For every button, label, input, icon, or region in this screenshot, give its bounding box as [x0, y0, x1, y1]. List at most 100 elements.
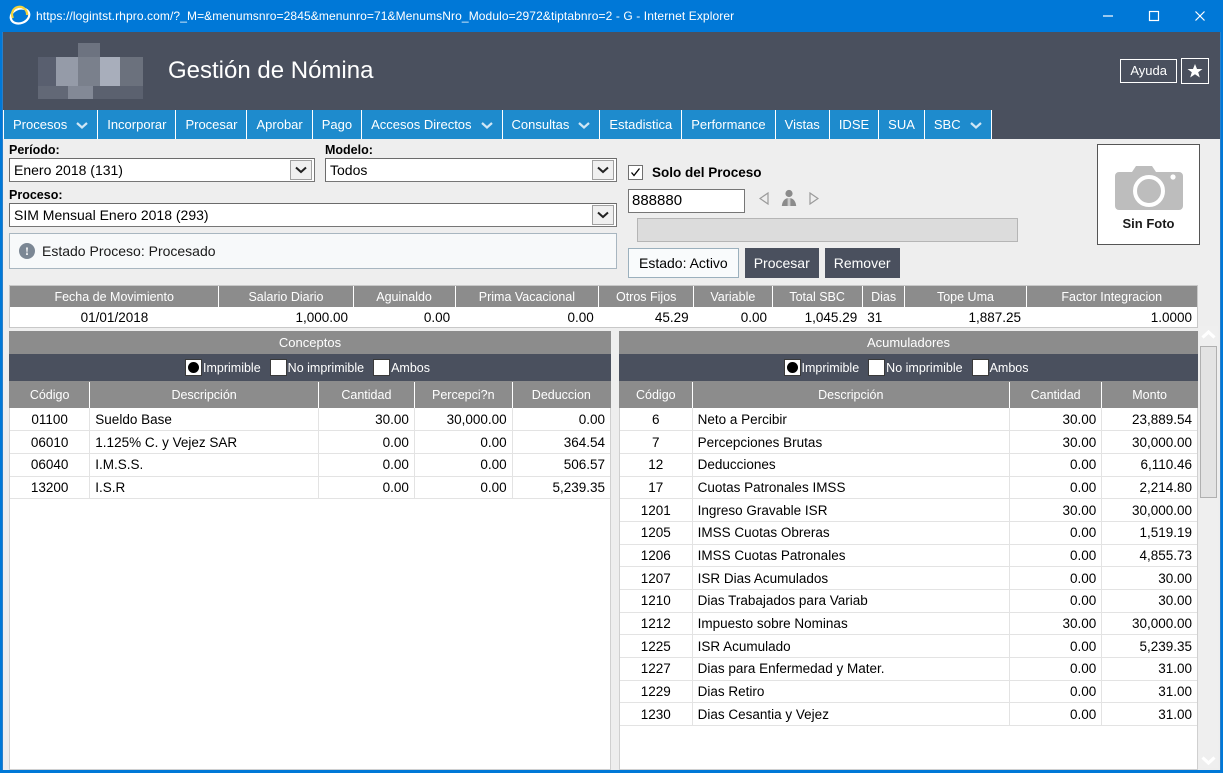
maximize-icon[interactable]	[1131, 0, 1177, 32]
acumuladores-descripcion: Percepciones Brutas	[692, 430, 1010, 454]
acumuladores-cantidad: 0.00	[1009, 589, 1103, 613]
acumuladores-codigo: 7	[620, 430, 693, 454]
prev-triangle-icon[interactable]	[758, 191, 770, 210]
table-row[interactable]: 12 Deducciones 0.00 6,110.46	[620, 453, 1197, 477]
acumuladores-monto: 2,214.80	[1101, 476, 1197, 500]
nav-item-sua[interactable]: SUA	[879, 110, 925, 139]
nav-item-consultas[interactable]: Consultas	[502, 110, 601, 139]
nav-item-idse[interactable]: IDSE	[829, 110, 880, 139]
summary-cell: 31	[862, 307, 905, 327]
acumuladores-monto: 30,000.00	[1101, 612, 1197, 636]
table-row[interactable]: 17 Cuotas Patronales IMSS 0.00 2,214.80	[620, 476, 1197, 500]
nav-item-procesos[interactable]: Procesos	[3, 110, 99, 139]
table-row[interactable]: 1229 Dias Retiro 0.00 31.00	[620, 680, 1197, 704]
table-row[interactable]: 01100 Sueldo Base 30.00 30,000.00 0.00	[10, 408, 610, 432]
employee-name-field[interactable]	[637, 218, 1018, 242]
conceptos-radio-ambos[interactable]: Ambos	[373, 359, 435, 376]
star-icon[interactable]	[1181, 58, 1209, 84]
scroll-up-icon[interactable]	[1199, 326, 1218, 343]
table-row[interactable]: 6 Neto a Percibir 30.00 23,889.54	[620, 408, 1197, 432]
summary-cell: 0.00	[353, 307, 456, 327]
table-row[interactable]: 1227 Dias para Enfermedad y Mater. 0.00 31.…	[620, 657, 1197, 681]
conceptos-radio-imprimible[interactable]: Imprimible	[185, 359, 266, 376]
camera-icon	[1114, 166, 1183, 210]
acumuladores-codigo: 1210	[620, 589, 693, 613]
acumuladores-monto: 30,000.00	[1101, 430, 1197, 454]
nav-item-pago[interactable]: Pago	[312, 110, 363, 139]
summary-header-cell: Factor Integracion	[1026, 286, 1197, 307]
nav-item-procesar[interactable]: Procesar	[176, 110, 248, 139]
nav-item-vistas[interactable]: Vistas	[775, 110, 830, 139]
next-triangle-icon[interactable]	[808, 191, 820, 210]
radio-label: Ambos	[989, 360, 1029, 375]
nav-label: Vistas	[784, 117, 820, 132]
nav-item-incorporar[interactable]: Incorporar	[98, 110, 177, 139]
table-row[interactable]: 06040 I.M.S.S. 0.00 0.00 506.57	[10, 453, 610, 477]
table-row[interactable]: 1206 IMSS Cuotas Patronales 0.00 4,855.73	[620, 544, 1197, 568]
acumuladores-codigo: 6	[620, 408, 693, 432]
table-row[interactable]: 06010 1.125% C. y Vejez SAR 0.00 0.00 36…	[10, 430, 610, 454]
chevron-down-icon[interactable]	[290, 160, 312, 180]
conceptos-header-cell: Código	[10, 382, 91, 408]
page-title: Gestión de Nómina	[168, 57, 374, 84]
acumuladores-radio-imprimible[interactable]: Imprimible	[783, 359, 865, 376]
acumuladores-monto: 30,000.00	[1101, 498, 1197, 522]
periodo-select[interactable]: Enero 2018 (131)	[9, 158, 315, 182]
help-button[interactable]: Ayuda	[1120, 58, 1177, 84]
scroll-track[interactable]	[1199, 343, 1218, 751]
acumuladores-descripcion: Ingreso Gravable ISR	[692, 498, 1010, 522]
chevron-down-icon[interactable]	[592, 205, 614, 225]
nav-item-estadistica[interactable]: Estadistica	[600, 110, 683, 139]
conceptos-codigo: 06040	[10, 453, 91, 477]
remover-button[interactable]: Remover	[824, 248, 900, 278]
proceso-select[interactable]: SIM Mensual Enero 2018 (293)	[9, 203, 617, 227]
close-icon[interactable]	[1177, 0, 1223, 32]
summary-cell: 01/01/2018	[10, 307, 219, 327]
nav-item-sbc[interactable]: SBC	[924, 110, 992, 139]
employee-number-input[interactable]: 888880	[628, 188, 745, 213]
estado-badge: Estado: Activo	[628, 248, 739, 278]
scroll-thumb[interactable]	[1200, 346, 1217, 498]
table-row[interactable]: 01/01/2018 1,000.00 0.00 0.00 45.29 0.00…	[10, 307, 1197, 327]
chevron-down-icon[interactable]	[592, 160, 614, 180]
summary-cell: 0.00	[693, 307, 773, 327]
minimize-icon[interactable]	[1085, 0, 1131, 32]
conceptos-percepcion: 30,000.00	[414, 408, 513, 432]
nav-item-performance[interactable]: Performance	[682, 110, 776, 139]
radio-label: Imprimible	[203, 360, 261, 375]
table-row[interactable]: 1210 Dias Trabajados para Variab 0.00 30.00	[620, 589, 1197, 613]
procesar-button[interactable]: Procesar	[744, 248, 819, 278]
table-row[interactable]: 1230 Dias Cesantia y Vejez 0.00 31.00	[620, 702, 1197, 727]
nav-item-aprobar[interactable]: Aprobar	[247, 110, 313, 139]
person-icon[interactable]	[779, 188, 799, 213]
nav-label: Estadistica	[609, 117, 673, 132]
acumuladores-radio-ambos[interactable]: Ambos	[971, 359, 1034, 376]
solo-del-proceso-checkbox[interactable]	[628, 165, 643, 180]
nav-item-accesos-directos[interactable]: Accesos Directos	[362, 110, 503, 139]
employee-panel: Solo del Proceso 888880 Estado: Activo P…	[628, 143, 1108, 278]
vertical-scrollbar[interactable]	[1199, 326, 1218, 768]
solo-del-proceso-label: Solo del Proceso	[652, 165, 762, 180]
salary-summary-table: Fecha de Movimiento Salario Diario Aguin…	[9, 285, 1198, 328]
modelo-select[interactable]: Todos	[325, 158, 617, 182]
scroll-down-icon[interactable]	[1199, 751, 1218, 768]
conceptos-percepcion: 0.00	[414, 430, 513, 454]
table-row[interactable]: 1225 ISR Acumulado 0.00 5,239.35	[620, 634, 1197, 659]
table-row[interactable]: 1207 ISR Dias Acumulados 0.00 30.00	[620, 566, 1197, 590]
table-row[interactable]: 1201 Ingreso Gravable ISR 30.00 30,000.00	[620, 498, 1197, 522]
table-row[interactable]: 1205 IMSS Cuotas Obreras 0.00 1,519.19	[620, 521, 1197, 545]
conceptos-percepcion: 0.00	[414, 476, 513, 500]
radio-icon	[269, 359, 287, 376]
acumuladores-header-cell: Descripción	[692, 382, 1010, 408]
radio-icon	[868, 359, 886, 376]
acumuladores-descripcion: Dias Cesantia y Vejez	[692, 702, 1010, 727]
acumuladores-descripcion: IMSS Cuotas Obreras	[692, 521, 1010, 545]
acumuladores-descripcion: Deducciones	[692, 453, 1010, 477]
radio-icon	[783, 359, 801, 376]
acumuladores-codigo: 1225	[620, 634, 693, 659]
table-row[interactable]: 1212 Impuesto sobre Nominas 30.00 30,000.00	[620, 612, 1197, 636]
table-row[interactable]: 7 Percepciones Brutas 30.00 30,000.00	[620, 430, 1197, 454]
acumuladores-radio-no-imprimible[interactable]: No imprimible	[868, 359, 967, 376]
conceptos-radio-no-imprimible[interactable]: No imprimible	[269, 359, 369, 376]
table-row[interactable]: 13200 I.S.R 0.00 0.00 5,239.35	[10, 476, 610, 500]
